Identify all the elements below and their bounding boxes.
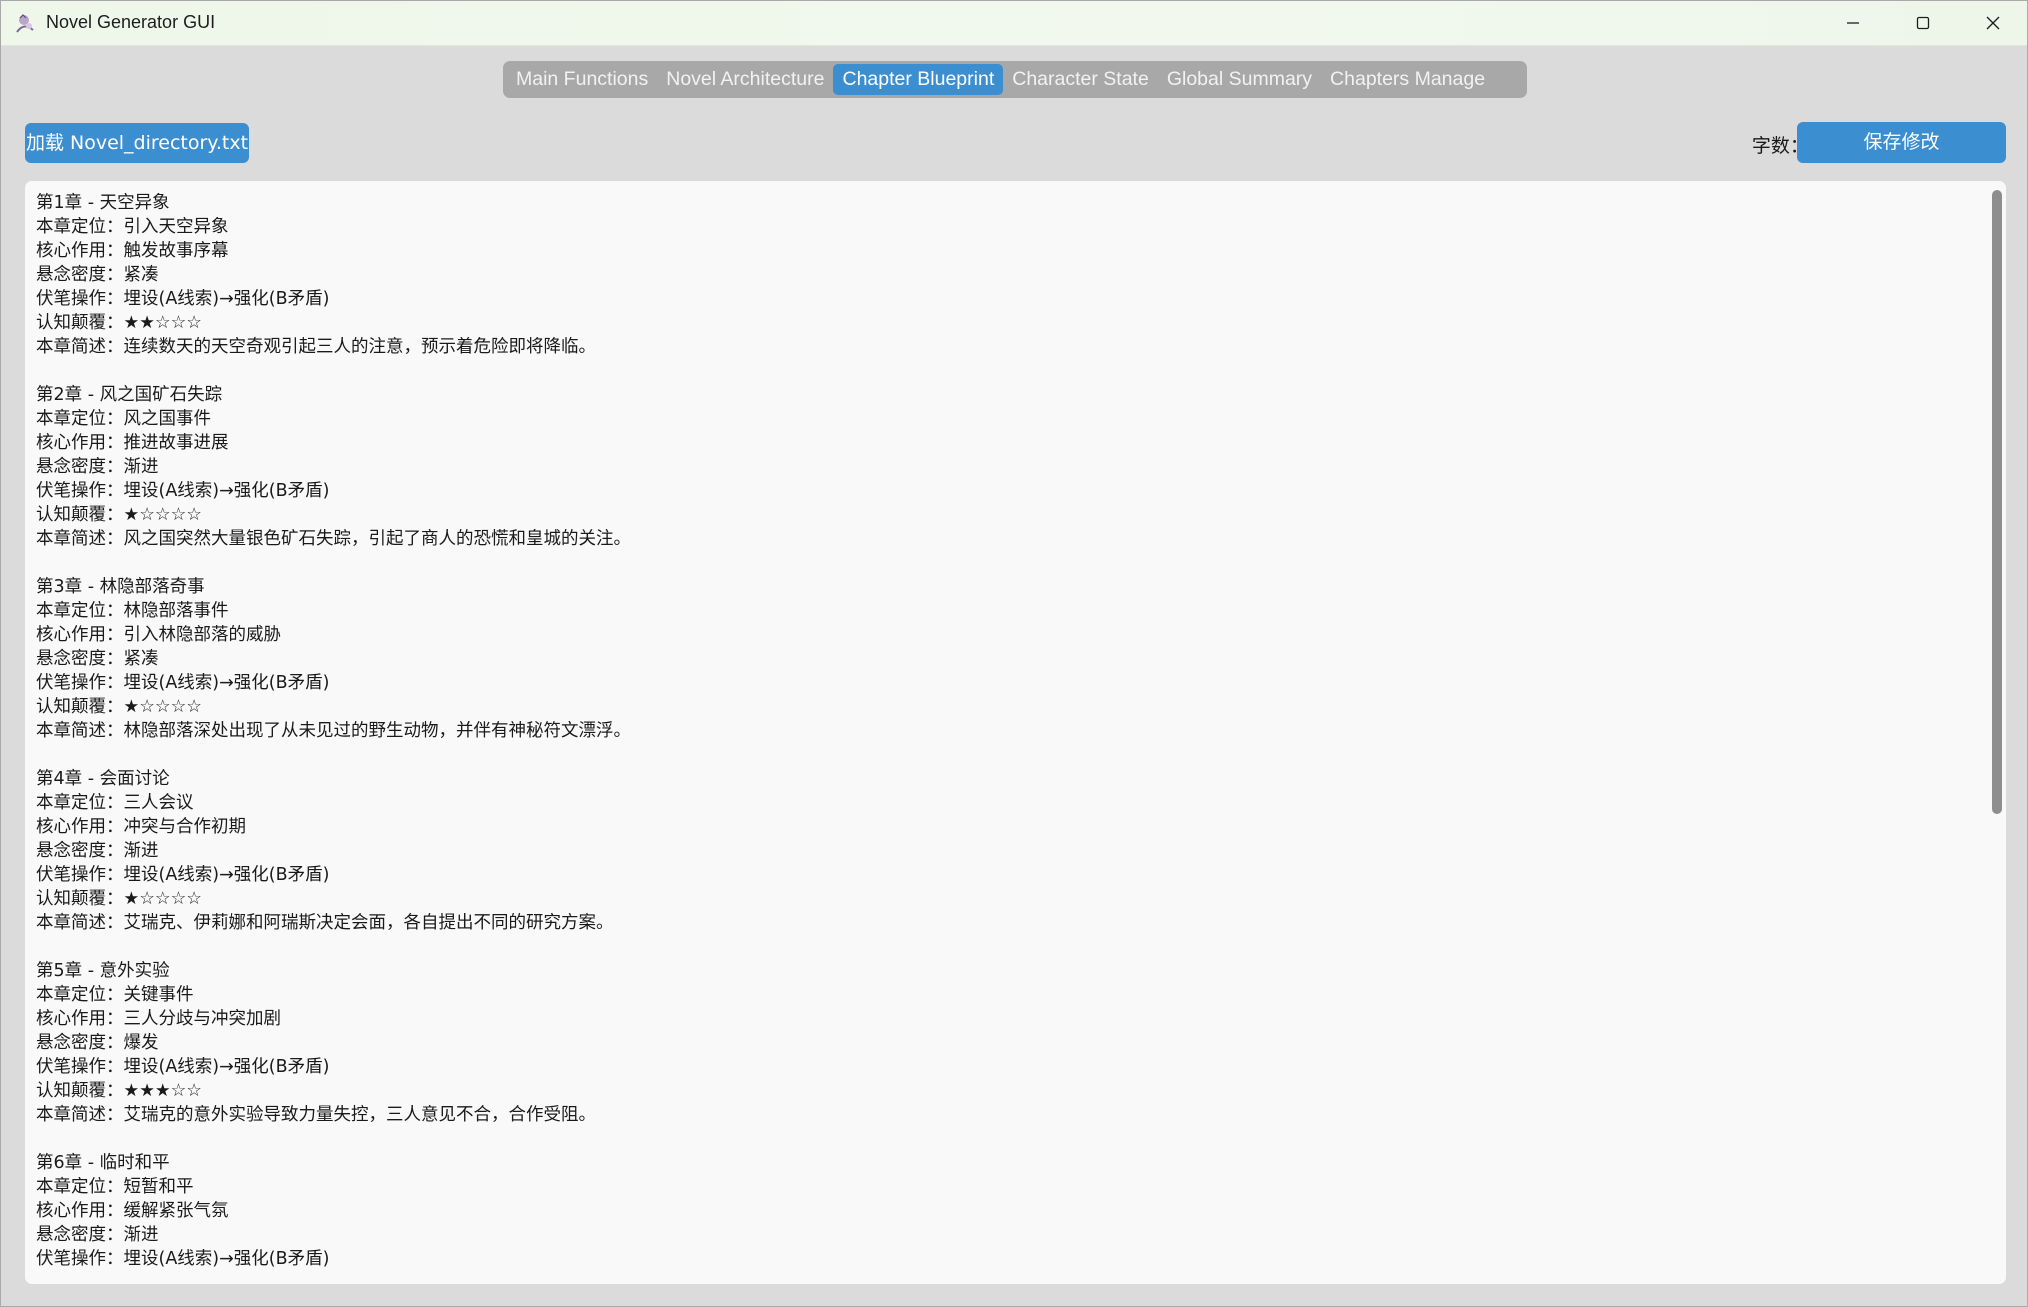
- app-window: Novel Generator GUI Main Functions Novel…: [0, 0, 2028, 1307]
- chapter-field-line: 本章定位：引入天空异象: [36, 217, 229, 237]
- chapter-field-line: 悬念密度：渐进: [36, 457, 159, 477]
- chapter-field-line: 本章定位：短暂和平: [36, 1177, 194, 1197]
- chapter-field-line: 认知颠覆：★☆☆☆☆: [36, 889, 202, 909]
- close-button[interactable]: [1958, 1, 2027, 45]
- chapter-field-line: 悬念密度：爆发: [36, 1033, 159, 1053]
- chapter-field-line: 认知颠覆：★☆☆☆☆: [36, 697, 202, 717]
- title-bar[interactable]: Novel Generator GUI: [1, 1, 2027, 46]
- chapter-field-line: 悬念密度：渐进: [36, 1225, 159, 1245]
- minimize-button[interactable]: [1818, 1, 1888, 45]
- minimize-icon: [1847, 22, 1859, 24]
- chapter-field-line: 伏笔操作：埋设(A线索)→强化(B矛盾): [36, 289, 330, 309]
- chapter-field-line: 本章简述：连续数天的天空奇观引起三人的注意，预示着危险即将降临。: [36, 337, 596, 357]
- tab-chapter-blueprint[interactable]: Chapter Blueprint: [833, 64, 1004, 95]
- chapter-field-line: 核心作用：冲突与合作初期: [36, 817, 246, 837]
- tab-character-state[interactable]: Character State: [1003, 64, 1158, 95]
- chapter-field-line: 本章简述：林隐部落深处出现了从未见过的野生动物，并伴有神秘符文漂浮。: [36, 721, 631, 741]
- tab-chapters-manage[interactable]: Chapters Manage: [1321, 64, 1494, 95]
- chapter-field-line: 本章定位：林隐部落事件: [36, 601, 229, 621]
- chapter-field-line: 本章简述：艾瑞克、伊莉娜和阿瑞斯决定会面，各自提出不同的研究方案。: [36, 913, 614, 933]
- save-button[interactable]: 保存修改: [1797, 122, 2006, 163]
- chapter-field-line: 核心作用：引入林隐部落的威胁: [36, 625, 281, 645]
- editor-content[interactable]: 第1章 - 天空异象 本章定位：引入天空异象 核心作用：触发故事序幕 悬念密度：紧凑伏…: [36, 191, 1976, 1284]
- tab-novel-architecture[interactable]: Novel Architecture: [657, 64, 833, 95]
- chapter-field-line: 本章定位：关键事件: [36, 985, 194, 1005]
- chapter-heading: 第2章 - 风之国矿石失踪: [36, 385, 223, 405]
- chapter-block: 第3章 - 林隐部落奇事本章定位：林隐部落事件核心作用：引入林隐部落的威胁 悬念密…: [36, 575, 1976, 743]
- chapter-field-line: 认知颠覆：★☆☆☆☆: [36, 505, 202, 525]
- chapter-heading: 第1章 - 天空异象: [36, 193, 170, 213]
- chapter-field-line: 核心作用：缓解紧张气氛: [36, 1201, 229, 1221]
- chapter-field-line: 本章简述：艾瑞克的意外实验导致力量失控，三人意见不合，合作受阻。: [36, 1105, 596, 1125]
- blueprint-text-editor[interactable]: 第1章 - 天空异象 本章定位：引入天空异象 核心作用：触发故事序幕 悬念密度：紧凑伏…: [25, 181, 2006, 1284]
- chapter-block: 第4章 - 会面讨论本章定位：三人会议核心作用：冲突与合作初期 悬念密度：渐进伏笔…: [36, 767, 1976, 935]
- chapter-block: 第6章 - 临时和平本章定位：短暂和平核心作用：缓解紧张气氛 悬念密度：渐进伏笔操…: [36, 1151, 1976, 1271]
- chapter-field-line: 本章定位：风之国事件: [36, 409, 211, 429]
- chapter-field-line: 悬念密度：渐进: [36, 841, 159, 861]
- chapter-heading: 第6章 - 临时和平: [36, 1153, 170, 1173]
- chapter-field-line: 伏笔操作：埋设(A线索)→强化(B矛盾): [36, 865, 330, 885]
- chapter-field-line: 核心作用：触发故事序幕: [36, 241, 229, 261]
- chapter-field-line: 伏笔操作：埋设(A线索)→强化(B矛盾): [36, 1057, 330, 1077]
- chapter-heading: 第4章 - 会面讨论: [36, 769, 170, 789]
- scrollbar-thumb[interactable]: [1992, 190, 2002, 814]
- chapter-heading: 第5章 - 意外实验: [36, 961, 170, 981]
- chapter-block: 第1章 - 天空异象本章定位：引入天空异象 核心作用：触发故事序幕 悬念密度：紧凑伏…: [36, 191, 1976, 359]
- vertical-scrollbar[interactable]: [1987, 181, 2006, 1284]
- chapter-field-line: 悬念密度：紧凑: [36, 649, 159, 669]
- chapter-field-line: 认知颠覆：★★☆☆☆: [36, 313, 202, 333]
- maximize-icon: [1916, 16, 1930, 30]
- close-icon: [1986, 16, 2000, 30]
- chapter-field-line: 核心作用：三人分歧与冲突加剧: [36, 1009, 281, 1029]
- chapter-block: 第2章 - 风之国矿石失踪 本章定位：风之国事件 核心作用：推进故事进展 悬念密度：渐…: [36, 383, 1976, 551]
- window-title: Novel Generator GUI: [46, 12, 216, 32]
- chapter-field-line: 本章简述：风之国突然大量银色矿石失踪，引起了商人的恐慌和皇城的关注。: [36, 529, 631, 549]
- maximize-button[interactable]: [1888, 1, 1958, 45]
- chapter-field-line: 伏笔操作：埋设(A线索)→强化(B矛盾): [36, 673, 330, 693]
- chapter-field-line: 本章定位：三人会议: [36, 793, 194, 813]
- load-directory-button[interactable]: 加载 Novel_directory.txt: [25, 123, 249, 163]
- chapter-field-line: 认知颠覆：★★★☆☆: [36, 1081, 202, 1101]
- chapter-field-line: 伏笔操作：埋设(A线索)→强化(B矛盾): [36, 1249, 330, 1269]
- chapter-block: 第5章 - 意外实验本章定位：关键事件核心作用：三人分歧与冲突加剧 悬念密度：爆发…: [36, 959, 1976, 1127]
- tab-global-summary[interactable]: Global Summary: [1158, 64, 1321, 95]
- tab-bar: Main Functions Novel Architecture Chapte…: [503, 61, 1527, 98]
- chapter-heading: 第3章 - 林隐部落奇事: [36, 577, 205, 597]
- chapter-field-line: 悬念密度：紧凑: [36, 265, 159, 285]
- chapter-field-line: 核心作用：推进故事进展: [36, 433, 229, 453]
- tab-main-functions[interactable]: Main Functions: [507, 64, 657, 95]
- chapter-field-line: 伏笔操作：埋设(A线索)→强化(B矛盾): [36, 481, 330, 501]
- app-logo-icon: [16, 14, 34, 33]
